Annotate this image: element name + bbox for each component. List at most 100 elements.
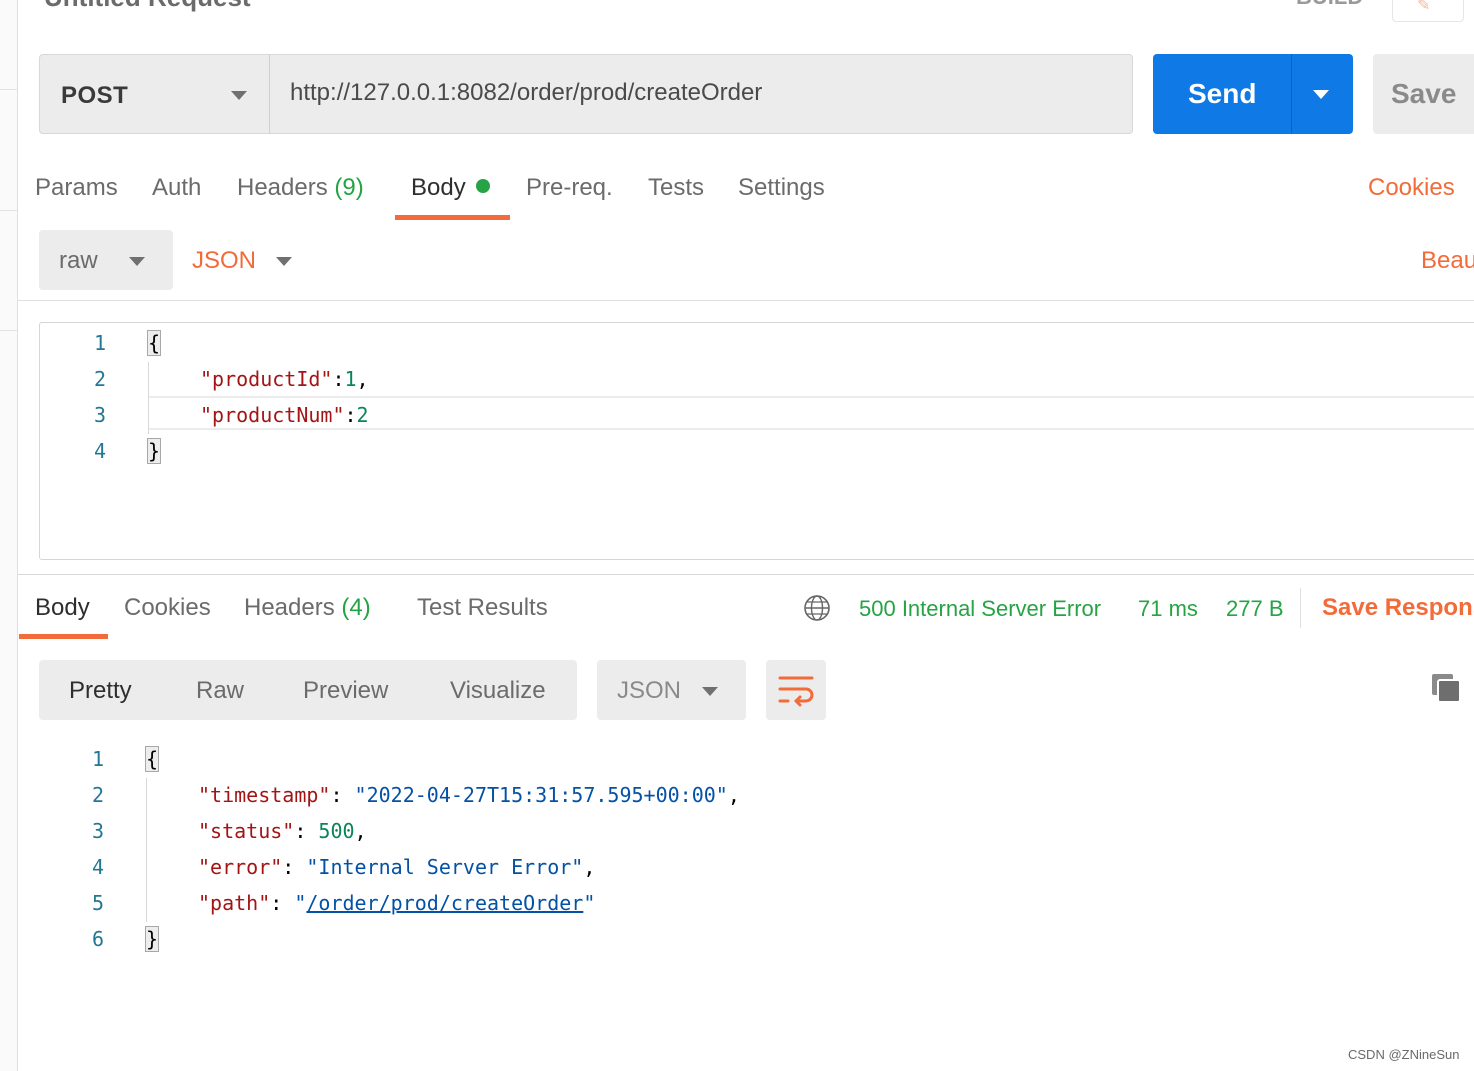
edit-button[interactable]: ✎ xyxy=(1392,0,1464,22)
view-preview[interactable]: Preview xyxy=(303,677,388,705)
send-label: Send xyxy=(1188,78,1257,109)
response-format-select[interactable]: JSON xyxy=(597,660,746,720)
json-value-quote: " xyxy=(294,891,307,915)
line-number: 5 xyxy=(91,891,104,915)
line-number: 3 xyxy=(93,403,106,427)
tab-tests[interactable]: Tests xyxy=(648,174,704,202)
indent-guide xyxy=(148,362,149,434)
tab-auth[interactable]: Auth xyxy=(152,174,201,202)
body-language-select[interactable]: JSON xyxy=(192,247,256,275)
json-key: "error" xyxy=(198,855,283,879)
chevron-down-icon[interactable] xyxy=(276,257,292,266)
json-key: "productNum" xyxy=(200,403,345,427)
json-key: "timestamp" xyxy=(198,783,331,807)
tab-prerequest[interactable]: Pre-req. xyxy=(526,174,613,202)
beautify-link[interactable]: Beau xyxy=(1421,247,1474,275)
json-key: "status" xyxy=(198,819,295,843)
view-pretty[interactable]: Pretty xyxy=(69,677,132,705)
response-tab-test-results[interactable]: Test Results xyxy=(417,594,548,622)
method-label: POST xyxy=(61,82,129,109)
close-brace: } xyxy=(144,926,160,952)
view-raw[interactable]: Raw xyxy=(196,677,244,705)
build-label[interactable]: BUILD xyxy=(1296,0,1363,10)
response-status[interactable]: 500 Internal Server Error xyxy=(859,596,1101,622)
save-label: Save xyxy=(1391,78,1457,109)
pane-divider[interactable] xyxy=(18,574,1474,575)
send-divider xyxy=(1291,54,1292,134)
response-format-label: JSON xyxy=(617,677,682,704)
line-number: 6 xyxy=(91,927,104,951)
watermark: CSDN @ZNineSun xyxy=(1348,1047,1460,1062)
line-number: 4 xyxy=(93,439,106,463)
method-select[interactable]: POST xyxy=(39,54,270,134)
globe-icon[interactable] xyxy=(803,594,831,622)
response-view-segmented: Pretty Raw Preview Visualize xyxy=(39,660,577,720)
response-tab-cookies[interactable]: Cookies xyxy=(124,594,211,622)
send-options-chevron-icon[interactable] xyxy=(1313,90,1329,99)
response-size[interactable]: 277 B xyxy=(1226,596,1284,622)
json-value: 500 xyxy=(318,819,355,843)
gutter-divider xyxy=(0,210,18,211)
open-brace: { xyxy=(144,746,160,772)
json-key: "path" xyxy=(198,891,271,915)
json-value: "2022-04-27T15:31:57.595+00:00" xyxy=(354,783,728,807)
close-brace: } xyxy=(146,438,162,464)
json-value: 1 xyxy=(344,367,357,391)
code-line: "path": "/order/prod/createOrder" xyxy=(198,891,596,915)
copy-icon[interactable] xyxy=(1430,672,1462,704)
edit-icon: ✎ xyxy=(1417,0,1431,14)
code-line: { xyxy=(146,330,162,356)
json-value: 2 xyxy=(356,403,369,427)
tab-headers-count: (9) xyxy=(334,174,364,201)
request-body-editor[interactable] xyxy=(39,322,1474,560)
code-line: } xyxy=(144,926,160,952)
tab-params[interactable]: Params xyxy=(35,174,118,202)
response-tab-headers-count: (4) xyxy=(341,594,371,621)
response-tab-headers[interactable]: Headers (4) xyxy=(244,594,371,622)
cookies-link[interactable]: Cookies xyxy=(1368,174,1455,202)
save-response-button[interactable]: Save Respons xyxy=(1322,594,1474,622)
tab-headers[interactable]: Headers (9) xyxy=(237,174,364,202)
tab-headers-label: Headers xyxy=(237,174,328,201)
code-line: { xyxy=(144,746,160,772)
json-value-quote: " xyxy=(583,891,596,915)
path-link[interactable]: /order/prod/createOrder xyxy=(306,891,583,915)
line-number: 2 xyxy=(91,783,104,807)
code-line: "productNum":2 xyxy=(200,403,369,427)
tab-settings[interactable]: Settings xyxy=(738,174,825,202)
line-number: 2 xyxy=(93,367,106,391)
line-number: 4 xyxy=(91,855,104,879)
left-gutter xyxy=(0,0,18,1071)
chevron-down-icon xyxy=(231,91,247,100)
chevron-down-icon xyxy=(129,257,145,266)
line-number: 3 xyxy=(91,819,104,843)
json-key: "productId" xyxy=(200,367,333,391)
indent-guide xyxy=(146,778,147,922)
chevron-down-icon xyxy=(702,687,718,696)
save-button[interactable]: Save xyxy=(1373,54,1474,134)
response-tab-body[interactable]: Body xyxy=(35,594,90,622)
active-response-tab-underline xyxy=(19,634,108,639)
request-title: Untitled Request xyxy=(44,0,251,13)
code-line: "timestamp": "2022-04-27T15:31:57.595+00… xyxy=(198,783,740,807)
tab-body-label: Body xyxy=(411,174,466,201)
view-visualize[interactable]: Visualize xyxy=(450,677,546,705)
url-input[interactable]: http://127.0.0.1:8082/order/prod/createO… xyxy=(269,54,1133,134)
code-line: } xyxy=(146,438,162,464)
json-value: "Internal Server Error" xyxy=(306,855,584,879)
line-number: 1 xyxy=(93,331,106,355)
divider xyxy=(1300,588,1301,628)
line-number: 1 xyxy=(91,747,104,771)
gutter-divider xyxy=(0,89,18,90)
active-tab-underline xyxy=(395,215,510,220)
code-line: "productId":1, xyxy=(200,367,369,391)
tab-body[interactable]: Body xyxy=(411,174,490,202)
body-mode-select[interactable]: raw xyxy=(39,230,173,290)
send-button[interactable]: Send xyxy=(1153,54,1353,134)
wrap-lines-icon xyxy=(778,676,814,707)
code-line: "status": 500, xyxy=(198,819,367,843)
url-value: http://127.0.0.1:8082/order/prod/createO… xyxy=(290,79,763,106)
wrap-lines-button[interactable] xyxy=(766,660,826,720)
divider xyxy=(18,300,1474,301)
response-time[interactable]: 71 ms xyxy=(1138,596,1198,622)
